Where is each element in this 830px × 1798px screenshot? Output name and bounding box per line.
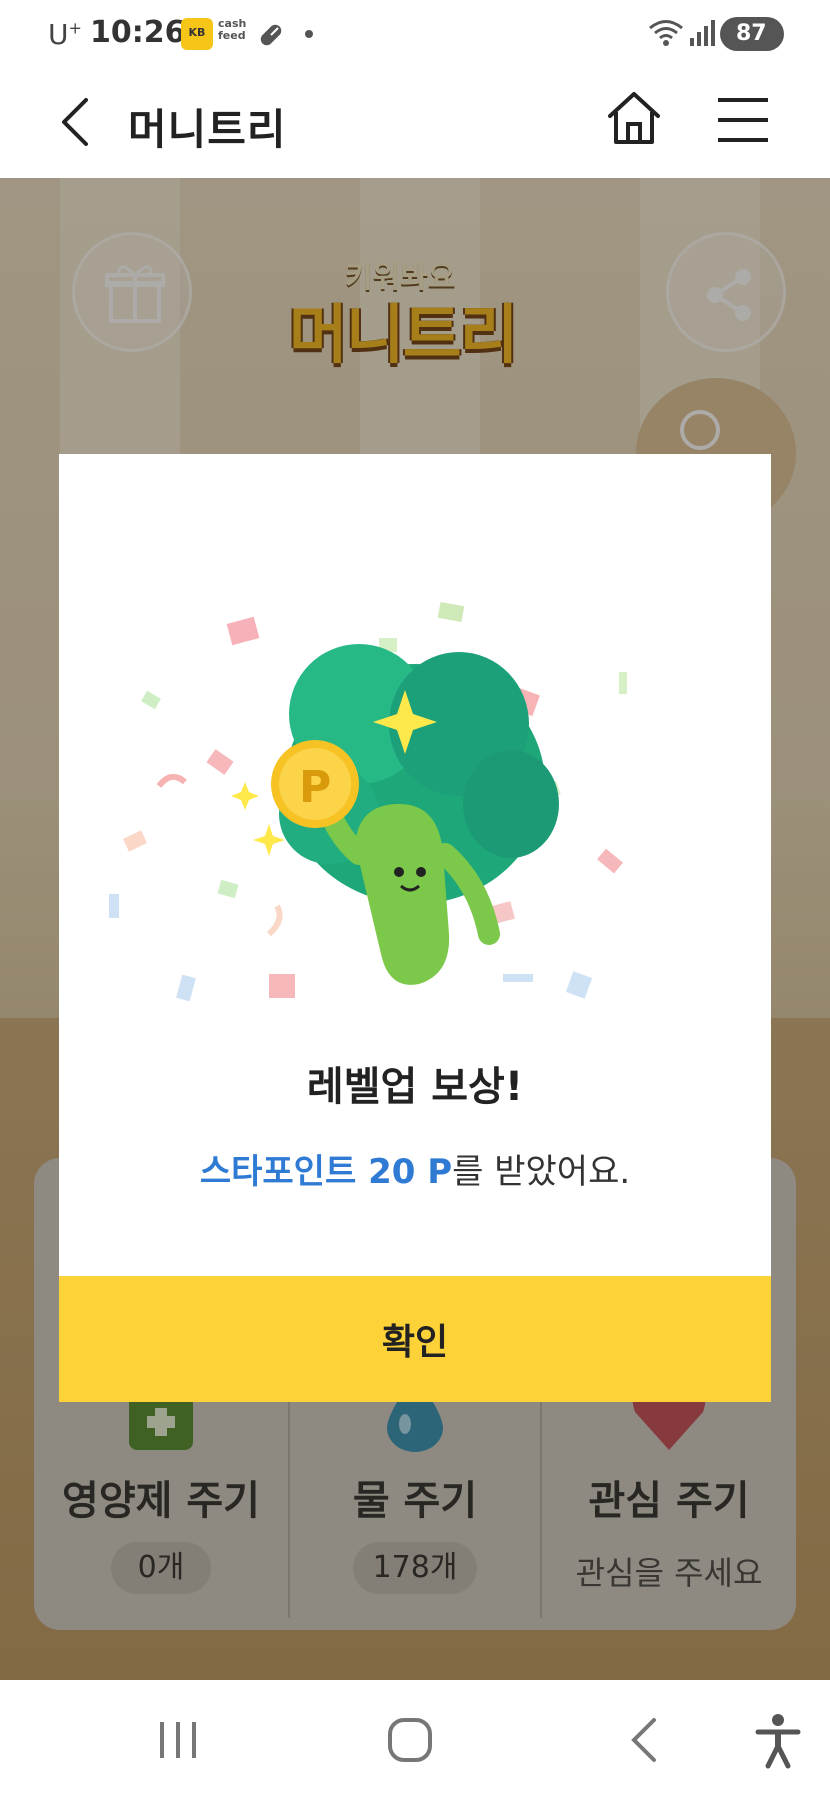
reward-amount: 스타포인트 20 P — [199, 1152, 453, 1192]
recent-apps-icon[interactable] — [146, 1708, 210, 1772]
confirm-button[interactable]: 확인 — [59, 1276, 771, 1402]
wifi-icon — [649, 20, 683, 46]
dialog-message: 스타포인트 20 P를 받았어요. — [59, 1144, 771, 1193]
chevron-left-icon[interactable] — [56, 94, 96, 150]
signal-icon — [690, 20, 715, 46]
cashfeed-app-icon: cash feed — [218, 17, 247, 42]
pill-icon — [260, 24, 282, 46]
status-bar: U+ 10:26 KB cash feed 87 — [0, 0, 830, 66]
page-title: 머니트리 — [128, 105, 287, 154]
level-up-reward-dialog: P 레벨업 보상! 스타포인트 20 P를 받았어요. 확인 — [59, 454, 771, 1402]
home-icon[interactable] — [604, 88, 664, 148]
notification-dot-icon — [305, 30, 313, 38]
system-nav-bar — [0, 1680, 830, 1798]
celebration-illustration: P — [109, 602, 627, 1002]
dialog-title: 레벨업 보상! — [306, 1064, 524, 1110]
accessibility-icon[interactable] — [746, 1708, 810, 1772]
status-time: 10:26 — [90, 15, 186, 50]
back-nav-icon[interactable] — [614, 1708, 678, 1772]
app-header: 머니트리 — [0, 66, 830, 178]
battery-indicator: 87 — [720, 17, 784, 51]
kb-app-icon: KB — [181, 18, 213, 50]
reward-message-text: 를 받았어요. — [452, 1152, 631, 1192]
home-nav-icon[interactable] — [378, 1708, 442, 1772]
hamburger-menu-icon[interactable] — [716, 96, 770, 144]
coin-letter: P — [299, 762, 331, 813]
carrier-label: U+ — [48, 18, 82, 51]
